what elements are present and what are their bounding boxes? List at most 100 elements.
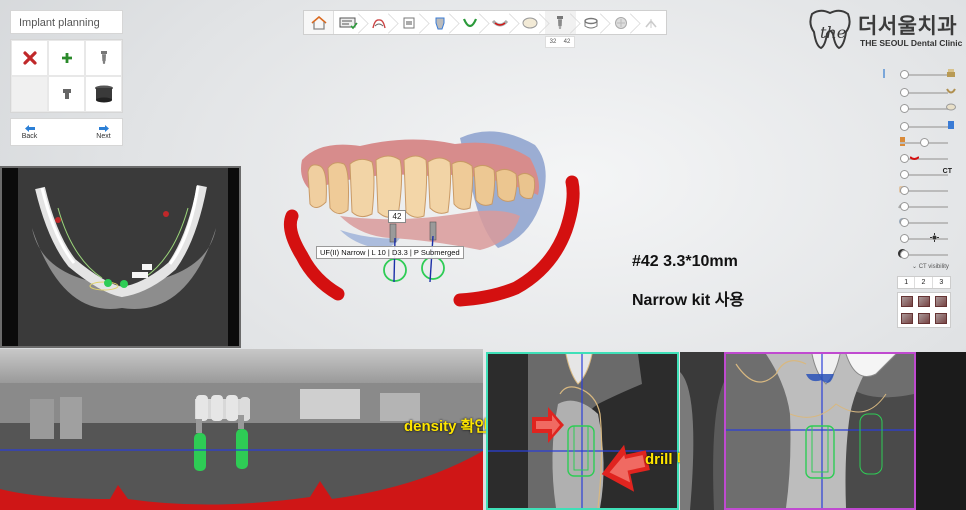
ct-layout-tab-3[interactable]: 3: [933, 277, 950, 288]
abutment-icon: [62, 89, 71, 99]
implant-spec-label: UF(II) Narrow | L 10 | D3.3 | P Submerge…: [316, 246, 464, 259]
axial-ct-view[interactable]: [0, 166, 241, 348]
ct-label: CT: [942, 168, 952, 175]
sleeve-blue-icon: [948, 121, 954, 129]
ct-visibility-label: CT visibility: [918, 264, 949, 270]
delete-implant-button[interactable]: [11, 40, 48, 76]
view-cube-bottom-button[interactable]: [915, 310, 932, 327]
visibility-row-contrast: [880, 248, 956, 260]
home-icon: [310, 15, 327, 30]
implants-opacity-slider[interactable]: [920, 138, 929, 147]
sleeve-button[interactable]: [85, 76, 122, 112]
panel-title: Implant planning: [10, 10, 123, 34]
sleeves-opacity-slider[interactable]: [900, 122, 909, 131]
nerve-canal-icon: [491, 19, 509, 26]
visibility-row-mesh: [880, 216, 956, 228]
patient-card-icon: [339, 17, 358, 29]
view-orientation-grid: [897, 292, 951, 328]
abutment-button[interactable]: [48, 76, 85, 112]
implant-tab-32[interactable]: 32: [550, 39, 557, 45]
ct-slice-icon: [403, 17, 415, 28]
back-button[interactable]: Back: [11, 119, 48, 145]
add-implant-button[interactable]: [48, 40, 85, 76]
crowns-icon: [946, 103, 956, 111]
jaw-model-icon: [946, 88, 956, 94]
contrast-slider[interactable]: [900, 250, 909, 259]
visibility-row-canal: [880, 152, 956, 164]
view-cube-icon: [900, 296, 913, 307]
sleeve-ring-icon: [583, 17, 598, 28]
step-navigation: Back Next: [10, 118, 123, 146]
tooth-number-tag: 42: [388, 210, 406, 223]
guide-box-icon: [947, 69, 955, 77]
3d-jaw-model-view[interactable]: [280, 120, 590, 315]
canal-red-icon: [910, 156, 919, 160]
mesh-opacity-slider[interactable]: [900, 218, 909, 227]
add-plus-icon: [61, 53, 72, 63]
export-icon: [645, 18, 657, 28]
tooth-logo-icon: the: [809, 9, 851, 50]
logo-korean: 더서울치과: [858, 14, 958, 38]
axial-slice-image: [18, 168, 228, 346]
ct-opacity-slider[interactable]: [900, 170, 909, 179]
canal-opacity-slider[interactable]: [900, 154, 909, 163]
view-cube-icon: [917, 296, 930, 307]
implant-tool-grid: [10, 39, 123, 113]
crowns-opacity-slider[interactable]: [900, 104, 909, 113]
cross-section-strip[interactable]: [680, 352, 724, 510]
drill-key-icon: [883, 69, 885, 78]
scan-mesh-icon: [372, 18, 386, 28]
implant-tab-42[interactable]: 42: [564, 39, 571, 45]
view-cube-right-button[interactable]: [933, 293, 950, 310]
kit-note: Narrow kit 사용: [632, 292, 745, 309]
visibility-row-ct: CT: [880, 168, 956, 180]
view-cube-front-button[interactable]: [898, 293, 915, 310]
scan-opacity-slider[interactable]: [900, 202, 909, 211]
jaw-model-opacity-slider[interactable]: [900, 88, 909, 97]
chevron-down-icon: ⌄: [912, 264, 919, 270]
step-tooth-library[interactable]: [515, 11, 545, 34]
step-scan-data[interactable]: [364, 11, 394, 34]
visibility-row-brightness: [880, 232, 956, 244]
tooth-align-icon: [435, 17, 445, 29]
workflow-toolbar: [303, 10, 667, 35]
density-arrow: [532, 407, 564, 443]
implant-small-icon: [100, 51, 107, 64]
brightness-sun-icon: [930, 233, 939, 242]
visibility-row-sleeves: [880, 120, 956, 132]
clinic-logo: the 더서울치과 THE SEOUL Dental Clinic: [806, 6, 962, 52]
visibility-row-implants: [880, 136, 956, 148]
svg-text:the: the: [820, 23, 846, 42]
view-cube-icon: [935, 313, 948, 324]
ct-layout-tab-2[interactable]: 2: [915, 277, 933, 288]
brightness-slider[interactable]: [900, 234, 909, 243]
implant-library-button[interactable]: [85, 40, 122, 76]
visibility-row-guide: [880, 68, 956, 80]
view-cube-left-button[interactable]: [915, 293, 932, 310]
view-cube-icon: [935, 296, 948, 307]
step-ct-data[interactable]: [394, 11, 424, 34]
view-cube-back-button[interactable]: [933, 310, 950, 327]
step-patient-info[interactable]: [334, 11, 364, 34]
step-implant[interactable]: [545, 11, 576, 34]
next-label: Next: [96, 132, 111, 140]
back-label: Back: [21, 132, 38, 140]
ct-layout-tab-1[interactable]: 1: [898, 277, 916, 288]
visibility-row-teeth: [880, 184, 956, 196]
implant-spec-note: #42 3.3*10mm: [632, 253, 738, 270]
sleeve-icon: [94, 85, 113, 103]
view-cube-top-button[interactable]: [898, 310, 915, 327]
cross-section-view-2[interactable]: [724, 352, 916, 510]
ct-layout-tabs: 1 2 3: [897, 276, 951, 289]
density-note: density 확인: [404, 418, 489, 435]
next-button[interactable]: Next: [85, 119, 122, 145]
cross-section-image-2: [726, 354, 914, 508]
guide-opacity-slider[interactable]: [900, 70, 909, 79]
ct-visibility-toggle[interactable]: ⌄ CT visibility: [912, 263, 949, 270]
home-button[interactable]: [304, 11, 334, 34]
visibility-row-crowns: [880, 102, 956, 114]
implant-sub-tabs: 32 42: [545, 36, 575, 48]
teeth-opacity-slider[interactable]: [900, 186, 909, 195]
crown-icon: [522, 17, 538, 28]
